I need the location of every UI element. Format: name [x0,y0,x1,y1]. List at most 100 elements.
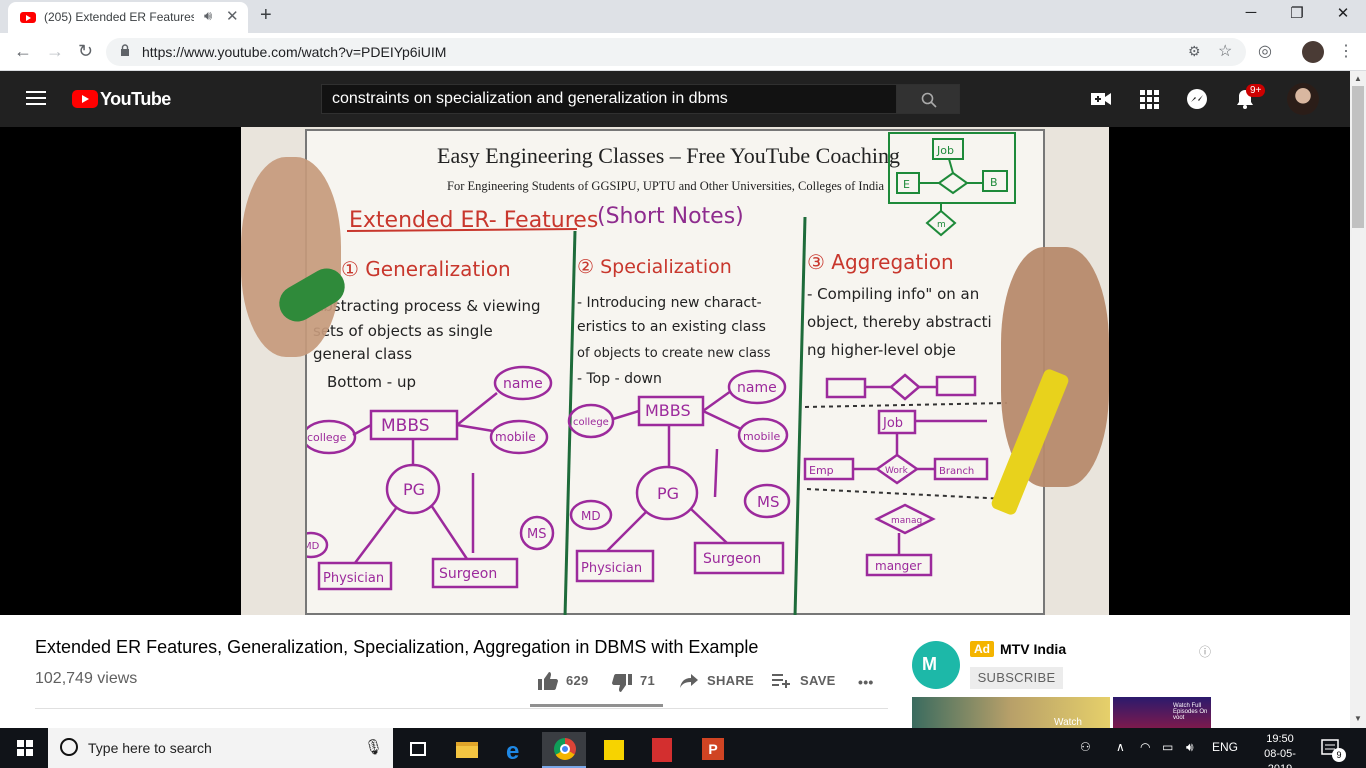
er-pg: PG [403,480,425,499]
er-surgeon-2: Surgeon [703,551,761,567]
er-physician: Physician [323,571,384,586]
save-playlist-icon[interactable] [772,674,790,688]
er-college-2: college [573,417,609,428]
taskbar-search-placeholder[interactable]: Type here to search [88,740,212,756]
dislike-count[interactable]: 71 [640,673,655,688]
microphone-icon[interactable]: 🎙︎ [364,738,383,756]
col1-line: Abstracting process & viewing [313,297,541,315]
maximize-button[interactable]: ❐ [1274,4,1320,22]
er-md-2: MD [581,509,601,523]
close-tab-icon[interactable]: ✕ [226,7,239,25]
col3-line: object, thereby abstracti [807,313,992,331]
system-clock[interactable]: 19:50 08-05-2019 [1252,732,1308,768]
forward-arrow-icon[interactable]: → [46,41,64,62]
chrome-icon[interactable] [542,732,586,768]
menu-kebab-icon[interactable]: ⋮ [1338,41,1354,61]
thumbs-up-icon[interactable] [538,672,558,690]
edge-icon[interactable]: e [494,732,538,768]
search-button[interactable] [896,84,960,114]
video-player[interactable]: Easy Engineering Classes – Free YouTube … [0,127,1350,615]
ad-thumbnail[interactable]: Watch [912,697,1110,728]
battery-icon[interactable]: ▭ [1162,740,1173,754]
video-frame[interactable]: Easy Engineering Classes – Free YouTube … [241,127,1109,615]
ad-channel-name[interactable]: MTV India [1000,641,1066,657]
lock-icon[interactable] [120,44,130,56]
more-actions-icon[interactable]: ••• [858,674,874,690]
er-ms-2: MS [757,493,779,511]
messages-icon[interactable] [1186,88,1208,110]
language-indicator[interactable]: ENG [1212,740,1238,754]
divider [35,708,888,709]
youtube-wordmark[interactable]: YouTube [100,89,171,110]
site-settings-icon[interactable]: ⚙ [1188,43,1201,60]
corner-m: m [937,220,946,230]
taskbar-search[interactable]: Type here to search 🎙︎ [48,728,393,768]
reload-icon[interactable]: ↻ [78,41,93,62]
wifi-icon[interactable]: ◠ [1140,740,1150,754]
hamburger-menu-icon[interactable] [26,91,46,105]
er-job: Job [882,416,903,431]
thumbs-down-icon[interactable] [612,674,632,692]
cortana-icon [60,738,78,756]
col3-line: ng higher-level obje [807,341,956,359]
corner-job: Job [936,144,954,157]
file-explorer-icon[interactable] [444,732,488,768]
col2-line: - Top - down [577,371,662,387]
url-text[interactable]: https://www.youtube.com/watch?v=PDEIYp6i… [142,44,446,60]
profile-avatar[interactable] [1302,41,1324,63]
like-count[interactable]: 629 [566,673,589,688]
er-work: Work [885,466,909,476]
er-college: college [307,431,347,444]
er-physician-2: Physician [581,561,642,576]
ad-thumbnail[interactable]: Watch Full Episodes On voot [1113,697,1211,728]
windows-start-icon[interactable] [17,740,33,756]
ad-info-icon[interactable]: ⓘ [1199,643,1211,660]
speaker-icon[interactable]: 🔊︎ [204,8,212,24]
bookmark-star-icon[interactable]: ☆ [1218,41,1232,61]
task-view-icon[interactable] [396,732,440,768]
video-title: Extended ER Features, Generalization, Sp… [35,637,759,657]
show-hidden-icons-icon[interactable]: ∧ [1116,740,1125,754]
share-button[interactable]: SHARE [707,673,754,688]
scroll-down-icon[interactable]: ▼ [1354,714,1362,723]
action-center-badge: 9 [1332,748,1346,762]
search-icon [921,92,937,108]
new-tab-button[interactable]: + [260,4,272,27]
volume-icon[interactable]: 🔊︎ [1186,740,1194,755]
corner-b: B [990,176,998,189]
scroll-up-icon[interactable]: ▲ [1354,74,1362,83]
create-video-icon[interactable] [1090,88,1112,110]
youtube-logo-icon[interactable] [72,90,98,108]
save-button[interactable]: SAVE [800,673,836,688]
sticky-notes-icon[interactable] [592,732,636,768]
acrobat-icon[interactable] [640,732,684,768]
close-window-button[interactable]: ✕ [1320,4,1366,22]
people-icon[interactable]: ⚇ [1080,740,1091,754]
browser-tab[interactable]: (205) Extended ER Features, 🔊︎ ✕ [8,2,248,33]
share-icon[interactable] [680,674,698,688]
er-mobile-2: mobile [743,430,781,443]
mtv-channel-avatar[interactable]: M [912,641,960,689]
windows-taskbar: Type here to search 🎙︎ e P ⚇ ∧ ◠ ▭ 🔊︎ EN… [0,728,1366,768]
youtube-header: YouTube 9+ [0,71,1366,127]
er-mbbs-2: MBBS [645,401,691,420]
extension-icon[interactable]: ◎ [1258,41,1272,61]
er-manager: manger [875,559,922,573]
search-box[interactable] [321,84,897,114]
er-name-2: name [737,380,777,396]
subscribe-button[interactable]: SUBSCRIBE [970,667,1063,689]
back-arrow-icon[interactable]: ← [14,41,32,62]
er-surgeon: Surgeon [439,566,497,582]
address-bar[interactable]: https://www.youtube.com/watch?v=PDEIYp6i… [106,38,1246,66]
powerpoint-icon[interactable]: P [690,732,734,768]
apps-grid-icon[interactable] [1138,88,1160,110]
account-avatar[interactable] [1287,83,1319,115]
col1-title: ① Generalization [341,257,511,281]
scrollbar-thumb[interactable] [1352,86,1364,228]
minimize-button[interactable]: ─ [1228,4,1274,21]
search-input[interactable] [322,85,896,113]
er-branch: Branch [939,466,974,477]
er-mbbs: MBBS [381,416,430,436]
col2-title: ② Specialization [577,256,732,278]
notification-count-badge: 9+ [1246,84,1266,97]
